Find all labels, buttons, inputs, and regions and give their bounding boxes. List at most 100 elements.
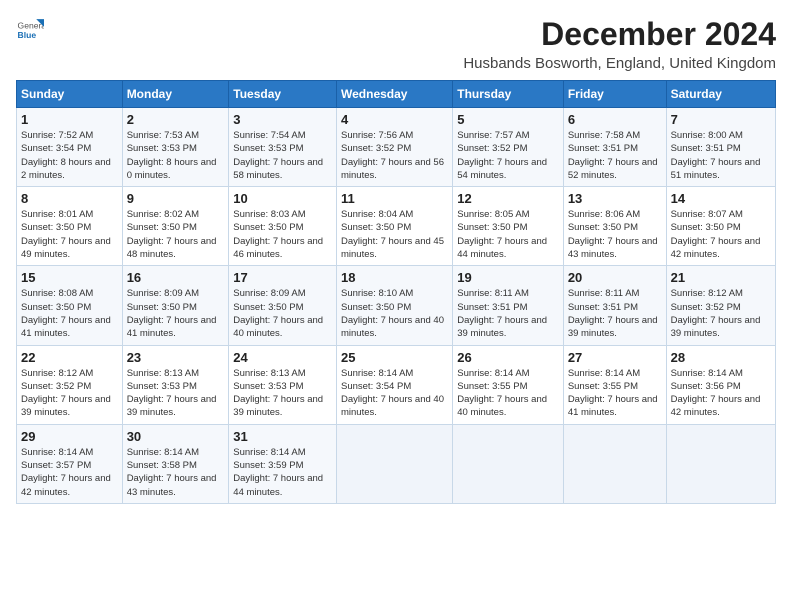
header-monday: Monday xyxy=(122,81,229,108)
day-info: Sunrise: 8:14 AMSunset: 3:54 PMDaylight:… xyxy=(341,368,444,419)
calendar-day-cell: 8 Sunrise: 8:01 AMSunset: 3:50 PMDayligh… xyxy=(17,187,123,266)
day-info: Sunrise: 7:52 AMSunset: 3:54 PMDaylight:… xyxy=(21,130,111,181)
header-sunday: Sunday xyxy=(17,81,123,108)
calendar-day-cell: 3 Sunrise: 7:54 AMSunset: 3:53 PMDayligh… xyxy=(229,108,337,187)
calendar-day-cell: 5 Sunrise: 7:57 AMSunset: 3:52 PMDayligh… xyxy=(453,108,564,187)
day-number: 23 xyxy=(127,350,225,365)
day-info: Sunrise: 8:09 AMSunset: 3:50 PMDaylight:… xyxy=(233,288,323,339)
calendar-day-cell: 16 Sunrise: 8:09 AMSunset: 3:50 PMDaylig… xyxy=(122,266,229,345)
calendar-day-cell xyxy=(453,424,564,503)
calendar-day-cell: 10 Sunrise: 8:03 AMSunset: 3:50 PMDaylig… xyxy=(229,187,337,266)
day-number: 7 xyxy=(671,112,771,127)
day-number: 26 xyxy=(457,350,559,365)
calendar-week-row: 1 Sunrise: 7:52 AMSunset: 3:54 PMDayligh… xyxy=(17,108,776,187)
day-number: 2 xyxy=(127,112,225,127)
calendar-day-cell: 20 Sunrise: 8:11 AMSunset: 3:51 PMDaylig… xyxy=(563,266,666,345)
calendar-day-cell: 1 Sunrise: 7:52 AMSunset: 3:54 PMDayligh… xyxy=(17,108,123,187)
location-subtitle: Husbands Bosworth, England, United Kingd… xyxy=(463,55,776,72)
day-info: Sunrise: 8:13 AMSunset: 3:53 PMDaylight:… xyxy=(233,368,323,419)
calendar-day-cell: 17 Sunrise: 8:09 AMSunset: 3:50 PMDaylig… xyxy=(229,266,337,345)
day-info: Sunrise: 7:53 AMSunset: 3:53 PMDaylight:… xyxy=(127,130,217,181)
calendar-day-cell xyxy=(666,424,775,503)
calendar-day-cell: 11 Sunrise: 8:04 AMSunset: 3:50 PMDaylig… xyxy=(337,187,453,266)
day-number: 15 xyxy=(21,270,118,285)
day-info: Sunrise: 8:11 AMSunset: 3:51 PMDaylight:… xyxy=(457,288,547,339)
day-number: 29 xyxy=(21,429,118,444)
header-wednesday: Wednesday xyxy=(337,81,453,108)
day-number: 6 xyxy=(568,112,662,127)
day-number: 31 xyxy=(233,429,332,444)
header-tuesday: Tuesday xyxy=(229,81,337,108)
day-info: Sunrise: 8:04 AMSunset: 3:50 PMDaylight:… xyxy=(341,209,444,260)
calendar-week-row: 15 Sunrise: 8:08 AMSunset: 3:50 PMDaylig… xyxy=(17,266,776,345)
calendar-day-cell: 30 Sunrise: 8:14 AMSunset: 3:58 PMDaylig… xyxy=(122,424,229,503)
day-number: 14 xyxy=(671,191,771,206)
calendar-day-cell: 13 Sunrise: 8:06 AMSunset: 3:50 PMDaylig… xyxy=(563,187,666,266)
logo: General Blue xyxy=(16,16,44,44)
day-info: Sunrise: 8:14 AMSunset: 3:57 PMDaylight:… xyxy=(21,447,111,498)
calendar-day-cell: 24 Sunrise: 8:13 AMSunset: 3:53 PMDaylig… xyxy=(229,345,337,424)
day-number: 21 xyxy=(671,270,771,285)
day-number: 16 xyxy=(127,270,225,285)
calendar-day-cell: 4 Sunrise: 7:56 AMSunset: 3:52 PMDayligh… xyxy=(337,108,453,187)
calendar-day-cell: 19 Sunrise: 8:11 AMSunset: 3:51 PMDaylig… xyxy=(453,266,564,345)
calendar-day-cell: 25 Sunrise: 8:14 AMSunset: 3:54 PMDaylig… xyxy=(337,345,453,424)
day-info: Sunrise: 8:03 AMSunset: 3:50 PMDaylight:… xyxy=(233,209,323,260)
calendar-day-cell: 29 Sunrise: 8:14 AMSunset: 3:57 PMDaylig… xyxy=(17,424,123,503)
day-number: 19 xyxy=(457,270,559,285)
calendar-day-cell: 26 Sunrise: 8:14 AMSunset: 3:55 PMDaylig… xyxy=(453,345,564,424)
calendar-day-cell: 9 Sunrise: 8:02 AMSunset: 3:50 PMDayligh… xyxy=(122,187,229,266)
day-info: Sunrise: 8:08 AMSunset: 3:50 PMDaylight:… xyxy=(21,288,111,339)
day-info: Sunrise: 8:02 AMSunset: 3:50 PMDaylight:… xyxy=(127,209,217,260)
day-info: Sunrise: 8:11 AMSunset: 3:51 PMDaylight:… xyxy=(568,288,658,339)
day-number: 28 xyxy=(671,350,771,365)
calendar-day-cell: 21 Sunrise: 8:12 AMSunset: 3:52 PMDaylig… xyxy=(666,266,775,345)
day-info: Sunrise: 8:12 AMSunset: 3:52 PMDaylight:… xyxy=(671,288,761,339)
calendar-day-cell: 14 Sunrise: 8:07 AMSunset: 3:50 PMDaylig… xyxy=(666,187,775,266)
calendar-day-cell: 22 Sunrise: 8:12 AMSunset: 3:52 PMDaylig… xyxy=(17,345,123,424)
calendar-day-cell: 28 Sunrise: 8:14 AMSunset: 3:56 PMDaylig… xyxy=(666,345,775,424)
month-title: December 2024 xyxy=(463,16,776,53)
day-info: Sunrise: 7:56 AMSunset: 3:52 PMDaylight:… xyxy=(341,130,444,181)
calendar-week-row: 29 Sunrise: 8:14 AMSunset: 3:57 PMDaylig… xyxy=(17,424,776,503)
calendar-day-cell xyxy=(563,424,666,503)
day-number: 12 xyxy=(457,191,559,206)
day-info: Sunrise: 8:06 AMSunset: 3:50 PMDaylight:… xyxy=(568,209,658,260)
day-info: Sunrise: 8:14 AMSunset: 3:56 PMDaylight:… xyxy=(671,368,761,419)
day-info: Sunrise: 7:58 AMSunset: 3:51 PMDaylight:… xyxy=(568,130,658,181)
day-number: 1 xyxy=(21,112,118,127)
day-info: Sunrise: 8:14 AMSunset: 3:59 PMDaylight:… xyxy=(233,447,323,498)
day-info: Sunrise: 8:01 AMSunset: 3:50 PMDaylight:… xyxy=(21,209,111,260)
day-number: 8 xyxy=(21,191,118,206)
day-number: 13 xyxy=(568,191,662,206)
day-info: Sunrise: 7:54 AMSunset: 3:53 PMDaylight:… xyxy=(233,130,323,181)
day-info: Sunrise: 8:09 AMSunset: 3:50 PMDaylight:… xyxy=(127,288,217,339)
day-info: Sunrise: 8:07 AMSunset: 3:50 PMDaylight:… xyxy=(671,209,761,260)
day-number: 20 xyxy=(568,270,662,285)
day-number: 30 xyxy=(127,429,225,444)
calendar-day-cell: 6 Sunrise: 7:58 AMSunset: 3:51 PMDayligh… xyxy=(563,108,666,187)
day-number: 5 xyxy=(457,112,559,127)
calendar-day-cell: 15 Sunrise: 8:08 AMSunset: 3:50 PMDaylig… xyxy=(17,266,123,345)
day-info: Sunrise: 7:57 AMSunset: 3:52 PMDaylight:… xyxy=(457,130,547,181)
calendar-day-cell: 12 Sunrise: 8:05 AMSunset: 3:50 PMDaylig… xyxy=(453,187,564,266)
calendar-day-cell: 23 Sunrise: 8:13 AMSunset: 3:53 PMDaylig… xyxy=(122,345,229,424)
day-number: 3 xyxy=(233,112,332,127)
day-info: Sunrise: 8:13 AMSunset: 3:53 PMDaylight:… xyxy=(127,368,217,419)
calendar-day-cell xyxy=(337,424,453,503)
calendar-week-row: 22 Sunrise: 8:12 AMSunset: 3:52 PMDaylig… xyxy=(17,345,776,424)
header-thursday: Thursday xyxy=(453,81,564,108)
day-number: 18 xyxy=(341,270,448,285)
svg-text:Blue: Blue xyxy=(18,30,37,40)
day-number: 4 xyxy=(341,112,448,127)
day-number: 27 xyxy=(568,350,662,365)
calendar-table: Sunday Monday Tuesday Wednesday Thursday… xyxy=(16,80,776,504)
title-section: December 2024 Husbands Bosworth, England… xyxy=(463,16,776,72)
day-info: Sunrise: 8:12 AMSunset: 3:52 PMDaylight:… xyxy=(21,368,111,419)
weekday-header-row: Sunday Monday Tuesday Wednesday Thursday… xyxy=(17,81,776,108)
calendar-day-cell: 18 Sunrise: 8:10 AMSunset: 3:50 PMDaylig… xyxy=(337,266,453,345)
logo-icon: General Blue xyxy=(16,16,44,44)
calendar-day-cell: 31 Sunrise: 8:14 AMSunset: 3:59 PMDaylig… xyxy=(229,424,337,503)
header-friday: Friday xyxy=(563,81,666,108)
calendar-day-cell: 7 Sunrise: 8:00 AMSunset: 3:51 PMDayligh… xyxy=(666,108,775,187)
